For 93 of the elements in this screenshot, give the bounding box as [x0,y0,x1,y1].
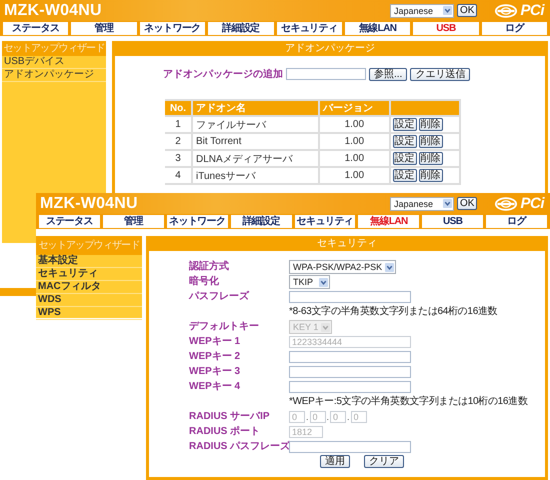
action-button[interactable]: 削除 [418,118,443,131]
form-button[interactable]: クリア [364,455,404,468]
product-title: MZK-W04NU [40,194,138,212]
field-label: アドオンパッケージの追加 [163,68,283,81]
nav-tab[interactable]: USB [413,22,479,35]
nav-tab[interactable]: ステータス [39,215,100,228]
sidebar-item[interactable]: WPS [36,307,142,320]
sidebar-header: セットアップウィザード [36,236,142,255]
hint-text: *8-63文字の半角英数文字列または64桁の16進数 [289,306,498,318]
action-button[interactable]: 設定 [392,169,417,182]
globe-icon [494,4,518,18]
table-cell: 3 [165,151,193,166]
caret-icon [443,6,452,15]
ok-button[interactable]: OK [457,197,478,210]
nav-tab[interactable]: 無線LAN [344,22,410,35]
panel-title: アドオンパッケージ [115,41,545,56]
nav-tab[interactable]: ログ [482,22,547,35]
field-label: WEPキー 3 [189,366,242,378]
nav-tab[interactable]: 管理 [102,215,164,228]
hint-text: *WEPキー:5文字の半角英数文字列または10桁の16進数 [289,396,528,408]
column-header: バージョン [320,101,391,115]
action-button[interactable]: 設定 [392,135,417,148]
sidebar-item[interactable]: 基本設定 [36,255,142,268]
column-header: アドオン名 [193,101,320,115]
sidebar-header: セットアップウィザード [2,41,106,56]
column-header: No. [165,101,193,115]
sidebar-item[interactable]: USBデバイス [2,56,106,69]
caret-icon [319,278,328,286]
field-label: WEPキー 1 [189,336,242,348]
globe-icon [494,196,518,210]
nav-tab[interactable]: セキュリティ [294,215,356,228]
field-label: RADIUS ポート [189,426,262,438]
table-cell: Bit Torrent [193,134,320,149]
nav-tab[interactable]: ネットワーク [166,215,228,228]
table-cell: 1.00 [320,134,391,149]
action-button[interactable]: 削除 [418,169,443,182]
field-label: WEPキー 4 [189,381,242,393]
field-label: 認証方式 [189,261,230,273]
table-cell: 1.00 [320,168,391,183]
dropdown[interactable]: Japanese [390,4,454,18]
dropdown[interactable]: WPA-PSK/WPA2-PSK [289,260,396,274]
input-field[interactable] [289,441,411,453]
brand-logo: PCi [520,195,544,212]
nav-tab[interactable]: ステータス [3,22,68,35]
action-button[interactable]: 削除 [418,135,443,148]
nav-tab[interactable]: ログ [486,215,547,228]
table-cell: 1.00 [320,151,391,166]
caret-icon [443,199,452,208]
browse-button[interactable]: 参照... [369,68,408,80]
nav-tab[interactable]: セキュリティ [276,22,342,35]
input-field[interactable] [289,381,411,393]
table-cell: 4 [165,168,193,183]
field-label: RADIUS サーバIP [189,411,271,423]
table-cell: 1.00 [320,117,391,132]
nav-tab[interactable]: ネットワーク [140,22,206,35]
nav-tab[interactable]: 無線LAN [358,215,420,228]
form-button[interactable]: 適用 [320,455,350,468]
dropdown[interactable]: TKIP [289,275,330,289]
panel-title: セキュリティ [149,236,545,251]
field-label: 暗号化 [189,276,220,288]
table-cell: ファイルサーバ [193,117,320,132]
action-button[interactable]: 削除 [418,152,443,165]
nav-tab[interactable]: USB [422,215,484,228]
field-label: パスフレーズ [189,291,250,303]
sidebar-item[interactable]: セキュリティ [36,268,142,281]
nav-tab[interactable]: 詳細設定 [230,215,292,228]
submit-button[interactable]: クエリ送信 [410,68,470,80]
input-field[interactable] [286,68,366,80]
input-field[interactable] [289,291,411,303]
input-field[interactable] [289,351,411,363]
caret-icon [385,262,394,272]
field-label: WEPキー 2 [189,351,242,363]
table-cell: DLNAメディアサーバ [193,151,320,166]
input-field[interactable] [289,366,411,378]
table-cell: iTunesサーバ [193,168,320,183]
action-button[interactable]: 設定 [392,152,417,165]
nav-tab[interactable]: 詳細設定 [208,22,274,35]
dropdown[interactable]: Japanese [390,196,454,210]
action-button[interactable]: 設定 [392,118,417,131]
product-title: MZK-W04NU [4,2,102,20]
sidebar-item[interactable]: WDS [36,294,142,307]
table-cell: 1 [165,117,193,132]
sidebar-item[interactable]: MACフィルタ [36,281,142,294]
separator-dot: . [347,412,350,422]
ok-button[interactable]: OK [457,4,478,17]
field-label: デフォルトキー [189,321,260,333]
table-cell: 2 [165,134,193,149]
separator-dot: . [306,412,309,422]
sidebar-item[interactable]: アドオンパッケージ [2,69,106,82]
nav-tab[interactable]: 管理 [71,22,137,35]
separator-dot: . [326,412,330,422]
caret-icon [321,322,330,332]
brand-logo: PCi [520,2,544,19]
